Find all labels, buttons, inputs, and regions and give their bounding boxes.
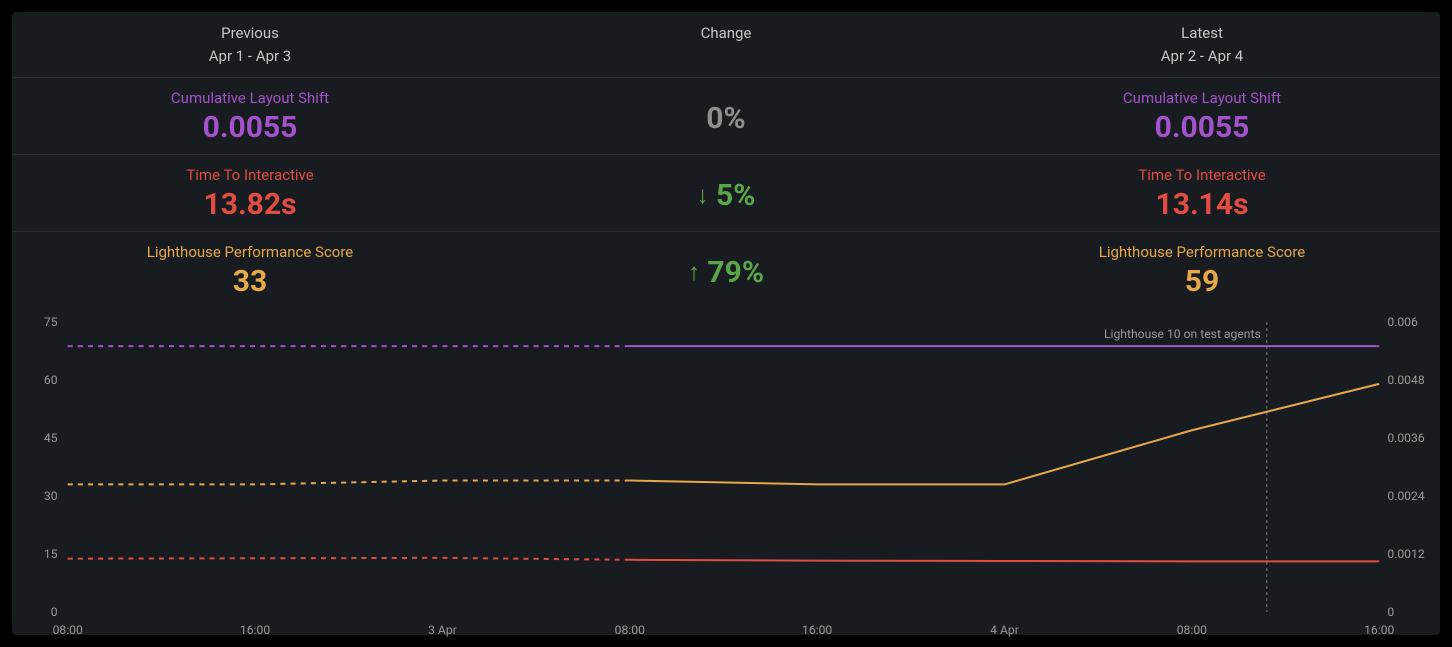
cls-value-prev: 0.0055 [12,111,488,144]
svg-text:3 Apr: 3 Apr [428,623,457,637]
lhp-change: ↑ 79% [488,242,964,289]
cls-label-latest: Cumulative Layout Shift [964,88,1440,109]
col-latest-range: Apr 2 - Apr 4 [964,45,1440,68]
arrow-up-icon: ↑ [688,258,700,286]
tti-value-latest: 13.14s [964,188,1440,221]
svg-text:60: 60 [44,373,58,387]
row-tti: Time To Interactive 13.82s ↓ 5% Time To … [12,155,1440,232]
svg-text:45: 45 [44,431,58,445]
svg-text:0.0012: 0.0012 [1387,547,1425,561]
svg-text:4 Apr: 4 Apr [990,623,1019,637]
tti-change: ↓ 5% [488,165,964,212]
row-lhp: Lighthouse Performance Score 33 ↑ 79% Li… [12,232,1440,308]
cls-change: 0% [488,88,964,135]
lhp-label-latest: Lighthouse Performance Score [964,242,1440,263]
lhp-value-prev: 33 [12,265,488,298]
tti-value-prev: 13.82s [12,188,488,221]
svg-text:0.0048: 0.0048 [1387,373,1425,387]
header-row: Previous Apr 1 - Apr 3 Change Latest Apr… [12,12,1440,78]
col-latest-title: Latest [964,22,1440,45]
svg-text:15: 15 [44,547,58,561]
lhp-change-text: 79% [707,255,764,290]
svg-text:16:00: 16:00 [1364,623,1394,637]
svg-text:75: 75 [44,315,58,329]
svg-text:Lighthouse 10 on test agents: Lighthouse 10 on test agents [1104,327,1261,341]
svg-text:08:00: 08:00 [615,623,645,637]
svg-text:0: 0 [1387,605,1394,619]
svg-text:30: 30 [44,489,58,503]
svg-text:08:00: 08:00 [1177,623,1207,637]
tti-label-latest: Time To Interactive [964,165,1440,186]
row-cls: Cumulative Layout Shift 0.0055 0% Cumula… [12,78,1440,155]
col-previous-title: Previous [12,22,488,45]
svg-text:0.0036: 0.0036 [1387,431,1425,445]
arrow-down-icon: ↓ [697,181,709,209]
tti-change-text: 5% [716,178,755,213]
svg-text:0.006: 0.006 [1387,315,1418,329]
col-previous-range: Apr 1 - Apr 3 [12,45,488,68]
timeseries-chart[interactable]: 0 15 30 45 60 75 0 0.0012 0.0024 0.0036 0.0048 0.00… [12,312,1440,642]
svg-text:0: 0 [51,605,58,619]
svg-text:16:00: 16:00 [802,623,832,637]
col-change-title: Change [488,22,964,45]
lhp-value-latest: 59 [964,265,1440,298]
svg-text:16:00: 16:00 [240,623,270,637]
lhp-label-prev: Lighthouse Performance Score [12,242,488,263]
svg-text:08:00: 08:00 [53,623,83,637]
dashboard-panel: Previous Apr 1 - Apr 3 Change Latest Apr… [12,12,1440,635]
cls-label-prev: Cumulative Layout Shift [12,88,488,109]
metrics-table: Previous Apr 1 - Apr 3 Change Latest Apr… [12,12,1440,308]
tti-label-prev: Time To Interactive [12,165,488,186]
cls-value-latest: 0.0055 [964,111,1440,144]
svg-text:0.0024: 0.0024 [1387,489,1425,503]
